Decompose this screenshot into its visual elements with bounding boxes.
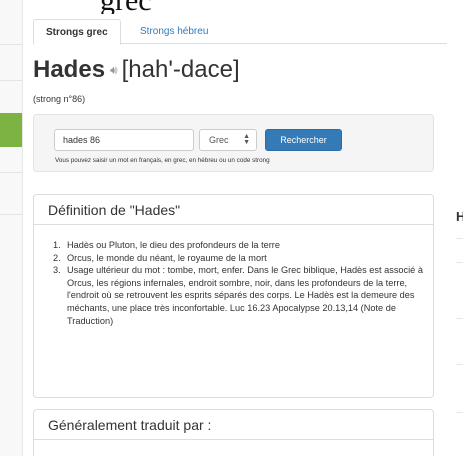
definition-item-text: Hadès ou Pluton, le dieu des profondeurs… (67, 240, 280, 250)
definition-item: 3. Usage ultérieur du mot : tombe, mort,… (53, 264, 425, 327)
right-column-divider (456, 412, 463, 413)
right-column-divider (456, 364, 463, 365)
language-select-value: Grec (209, 135, 229, 145)
definition-item-number: 1. (53, 240, 61, 250)
search-help-text: Vous pouvez saisir un mot en français, e… (55, 157, 270, 164)
search-button[interactable]: Rechercher (265, 129, 342, 151)
right-column-divider (456, 238, 463, 239)
search-panel: Grec ▲▼ Rechercher Vous pouvez saisir un… (33, 114, 434, 172)
right-column-heading: H (456, 209, 463, 224)
right-column-divider (456, 262, 463, 263)
definition-panel: Définition de "Hades" 1. Hadès ou Pluton… (33, 194, 434, 398)
main-content: Strongs grec Strongs hébreu Hades 🔊︎ [hah'… (23, 14, 447, 456)
definition-item-text: Orcus, le monde du néant, le royaume de … (67, 252, 267, 263)
sidebar-divider (0, 172, 22, 173)
sidebar-active-item[interactable] (0, 113, 22, 147)
translations-panel: Généralement traduit par : (33, 409, 434, 456)
definition-item-number: 2. (53, 252, 61, 263)
top-clipped-word: grec (100, 0, 152, 14)
tab-strongs-grec[interactable]: Strongs grec (33, 19, 121, 45)
strongs-tabs: Strongs grec Strongs hébreu (33, 16, 447, 45)
phonetic-transcription: [hah'-dace] (121, 56, 240, 83)
tab-strongs-hebreu[interactable]: Strongs hébreu (128, 19, 220, 45)
word-header: Hades 🔊︎ [hah'-dace] (33, 56, 240, 84)
sidebar-divider (0, 44, 22, 45)
top-clipped-text: grec (0, 0, 463, 14)
definition-title: Définition de "Hades" (34, 195, 433, 225)
language-select[interactable]: Grec ▲ ▼ (199, 129, 257, 151)
definition-item: 1. Hadès ou Pluton, le dieu des profonde… (53, 239, 425, 252)
speaker-icon[interactable]: 🔊︎ (110, 63, 118, 77)
definition-item-text: Usage ultérieur du mot : tombe, mort, en… (67, 265, 423, 326)
definition-item-number: 3. (53, 265, 61, 276)
translations-title: Généralement traduit par : (34, 410, 433, 440)
select-arrows-icon: ▲ ▼ (243, 133, 250, 146)
definition-item: 2. Orcus, le monde du néant, le royaume … (53, 252, 425, 265)
search-input[interactable] (54, 129, 194, 151)
right-column-divider (456, 318, 463, 319)
strong-number: (strong n°86) (33, 94, 86, 104)
sidebar-divider (0, 214, 22, 215)
page-title: Hades (33, 56, 106, 83)
right-column-partial: H (447, 0, 463, 456)
definition-list: 1. Hadès ou Pluton, le dieu des profonde… (53, 239, 425, 327)
left-sidebar (0, 0, 23, 456)
sidebar-divider (0, 80, 22, 81)
